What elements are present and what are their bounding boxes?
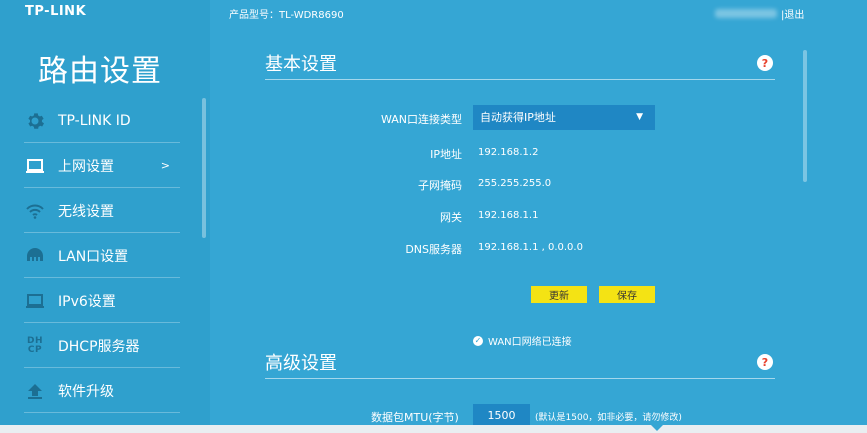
caret-down-icon: ▼ [636,112,643,122]
gear-icon [24,110,46,132]
sidebar-scrollbar[interactable] [202,98,206,238]
sidebar-item-label: 上网设置 [58,158,114,175]
sidebar-item-label: TP-LINK ID [58,112,131,129]
chevron-right-icon: > [160,159,170,172]
mtu-hint: (默认是1500，如非必要，请勿修改) [535,413,682,423]
lan-icon [24,245,46,267]
upload-icon [24,380,46,402]
sidebar-item-label: 软件升级 [58,383,114,400]
section-title: 高级设置 [265,353,337,374]
product-model: 产品型号：TL-WDR8690 [229,10,344,21]
gateway-row: 网关 192.168.1.1 [265,206,775,226]
sidebar-item-wireless[interactable]: 无线设置 [0,188,200,233]
sidebar-item-dhcp[interactable]: DH CP DHCP服务器 [0,323,200,368]
sidebar-item-label: IPv6设置 [58,293,116,310]
main-scrollbar[interactable] [803,50,807,182]
sidebar-item-label: LAN口设置 [58,248,129,265]
mask-value: 255.255.255.0 [478,178,552,189]
ip-label: IP地址 [430,148,462,161]
mtu-label: 数据包MTU(字节) [371,411,459,424]
gateway-value: 192.168.1.1 [478,210,539,221]
refresh-button[interactable]: 更新 [531,286,587,303]
wan-type-value: 自动获得IP地址 [480,111,556,124]
gateway-label: 网关 [440,211,462,224]
monitor-icon [24,155,46,177]
sidebar: TP-LINK 路由设置 TP-LINK ID 上网设置 > 无线设置 LAN口… [0,0,210,433]
ip-value: 192.168.1.2 [478,147,539,158]
sidebar-item-ipv6[interactable]: IPv6设置 [0,278,200,323]
advanced-settings-header: 高级设置 ? [265,349,775,379]
wan-status: ✓ WAN口网络已连接 [473,333,572,348]
basic-settings-header: 基本设置 ? [265,50,775,80]
wan-status-text: WAN口网络已连接 [488,337,572,348]
save-button[interactable]: 保存 [599,286,655,303]
section-title: 基本设置 [265,54,337,75]
dhcp-icon: DH CP [26,335,43,355]
dns-value: 192.168.1.1 , 0.0.0.0 [478,242,583,253]
sidebar-item-label: DHCP服务器 [58,338,140,355]
wan-type-label: WAN口连接类型 [380,113,462,126]
mask-row: 子网掩码 255.255.255.0 [265,174,775,194]
sidebar-item-lan[interactable]: LAN口设置 [0,233,200,278]
bottom-bar [0,425,867,433]
sidebar-item-internet[interactable]: 上网设置 > [0,143,200,188]
check-icon: ✓ [473,335,483,346]
wifi-icon [24,200,46,222]
dns-label: DNS服务器 [405,243,462,256]
logout-link[interactable]: |退出 [781,6,804,21]
dns-row: DNS服务器 192.168.1.1 , 0.0.0.0 [265,238,775,258]
help-icon[interactable]: ? [757,354,773,370]
tplink-logo: TP-LINK [25,4,87,19]
user-account [715,9,777,18]
sidebar-item-upgrade[interactable]: 软件升级 [0,368,200,413]
ip-row: IP地址 192.168.1.2 [265,143,775,163]
sidebar-nav: TP-LINK ID 上网设置 > 无线设置 LAN口设置 IPv6设置 DH … [0,98,200,413]
monitor-icon [24,290,46,312]
sidebar-item-label: 无线设置 [58,203,114,220]
sidebar-title: 路由设置 [38,54,162,89]
help-icon[interactable]: ? [757,55,773,71]
sidebar-item-tplink-id[interactable]: TP-LINK ID [0,98,200,143]
mask-label: 子网掩码 [418,179,462,192]
bottom-pointer [651,425,663,431]
wan-type-select[interactable]: 自动获得IP地址 ▼ [473,105,655,130]
